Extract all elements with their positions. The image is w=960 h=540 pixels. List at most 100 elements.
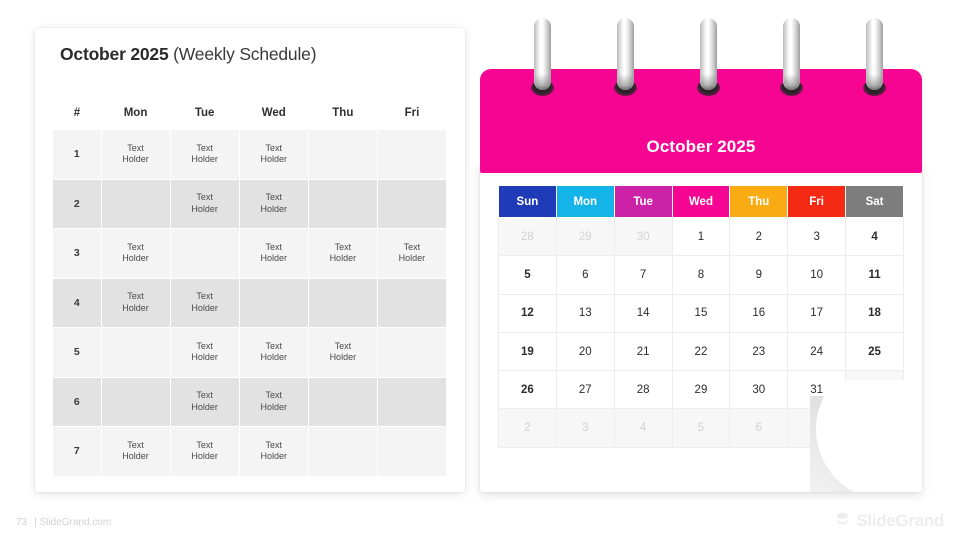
schedule-cell-filled[interactable]: Text Holder — [101, 228, 171, 279]
page-title: October 2025 (Weekly Schedule) — [60, 44, 317, 65]
column-header-tue: Tue — [170, 96, 240, 130]
calendar-day[interactable]: 19 — [498, 331, 557, 372]
schedule-cell-empty[interactable] — [377, 327, 448, 378]
calendar-day[interactable]: 31 — [787, 370, 847, 410]
schedule-cell-filled[interactable]: Text Holder — [239, 228, 309, 279]
calendar-week-row: 19 20 21 22 23 24 25 — [498, 331, 904, 372]
text-holder: Text Holder — [191, 291, 218, 313]
schedule-cell-filled[interactable]: Text Holder — [101, 426, 171, 477]
calendar-day-outside[interactable]: 1 — [845, 370, 904, 410]
schedule-cell-empty[interactable] — [308, 130, 378, 180]
calendar-day[interactable]: 30 — [729, 370, 789, 410]
brand-logo: SlideGrand — [834, 510, 944, 532]
day-header-wed: Wed — [671, 185, 731, 218]
calendar-day-outside[interactable]: 5 — [671, 408, 731, 448]
calendar-day[interactable]: 9 — [729, 255, 789, 295]
calendar-day[interactable]: 23 — [729, 331, 789, 372]
day-header-sun: Sun — [498, 185, 557, 218]
calendar-week-row: 28 29 30 1 2 3 4 — [498, 216, 904, 257]
schedule-cell-filled[interactable]: Text Holder — [239, 130, 309, 180]
calendar-day[interactable]: 11 — [845, 255, 904, 295]
row-number: 2 — [53, 179, 102, 229]
schedule-cell-filled[interactable]: Text Holder — [170, 130, 240, 180]
schedule-cell-empty[interactable] — [101, 327, 171, 378]
calendar-day-outside[interactable]: 28 — [498, 216, 557, 257]
schedule-cell-empty[interactable] — [239, 278, 309, 328]
schedule-cell-empty[interactable] — [308, 426, 378, 477]
calendar-day[interactable]: 3 — [787, 216, 847, 257]
schedule-cell-filled[interactable]: Text Holder — [170, 377, 240, 427]
column-header-num: # — [53, 96, 101, 130]
text-holder: Text Holder — [191, 340, 218, 363]
calendar-day[interactable]: 27 — [555, 370, 615, 410]
calendar-day[interactable]: 20 — [555, 331, 615, 372]
calendar-day[interactable]: 4 — [845, 216, 904, 257]
schedule-cell-empty[interactable] — [377, 426, 448, 477]
calendar-day[interactable]: 26 — [498, 370, 557, 410]
calendar-day[interactable]: 10 — [787, 255, 847, 295]
calendar-day[interactable]: 2 — [729, 216, 789, 257]
calendar-paper: Sun Mon Tue Wed Thu Fri Sat 28 29 30 1 2 3 4 5 6 7 8 9 10 1… — [480, 164, 922, 492]
schedule-cell-filled[interactable]: Text Holder — [101, 278, 171, 328]
calendar-month-label: October 2025 — [646, 137, 756, 156]
schedule-cell-filled[interactable]: Text Holder — [239, 377, 309, 427]
schedule-cell-empty[interactable] — [101, 179, 171, 229]
schedule-cell-filled[interactable]: Text Holder — [170, 426, 240, 477]
calendar-day[interactable]: 6 — [555, 255, 615, 295]
column-header-thu: Thu — [308, 96, 378, 130]
weekly-schedule-card: October 2025 (Weekly Schedule) # Mon Tue… — [35, 28, 465, 492]
calendar-day[interactable]: 14 — [613, 293, 673, 333]
schedule-cell-filled[interactable]: Text Holder — [308, 327, 378, 378]
brand-name: SlideGrand — [856, 511, 944, 530]
calendar-day[interactable]: 17 — [787, 293, 847, 333]
row-number: 6 — [53, 377, 102, 427]
calendar-day[interactable]: 8 — [671, 255, 731, 295]
calendar-day[interactable]: 24 — [787, 331, 847, 372]
calendar-day[interactable]: 21 — [613, 331, 673, 372]
schedule-cell-empty[interactable] — [308, 377, 378, 427]
schedule-cell-filled[interactable]: Text Holder — [239, 426, 309, 477]
calendar-day[interactable]: 22 — [671, 331, 731, 372]
calendar-day[interactable]: 1 — [671, 216, 731, 257]
schedule-cell-filled[interactable]: Text Holder — [239, 179, 309, 229]
schedule-cell-empty[interactable] — [377, 179, 448, 229]
table-row: 4 Text Holder Text Holder — [53, 278, 448, 328]
schedule-cell-filled[interactable]: Text Holder — [377, 228, 448, 279]
schedule-cell-empty[interactable] — [101, 377, 171, 427]
calendar-day-outside[interactable]: 6 — [729, 408, 789, 448]
schedule-cell-empty[interactable] — [308, 179, 378, 229]
schedule-cell-filled[interactable]: Text Holder — [239, 327, 309, 378]
calendar-day[interactable]: 18 — [845, 293, 904, 333]
schedule-cell-filled[interactable]: Text Holder — [170, 327, 240, 378]
day-header-fri: Fri — [787, 185, 847, 218]
calendar-day-outside[interactable]: 7 — [787, 408, 847, 448]
schedule-cell-empty[interactable] — [377, 130, 448, 180]
calendar-day-outside[interactable]: 29 — [555, 216, 615, 257]
schedule-cell-filled[interactable]: Text Holder — [170, 278, 240, 328]
calendar-day-outside[interactable]: 3 — [555, 408, 615, 448]
schedule-cell-empty[interactable] — [170, 228, 240, 279]
calendar-day[interactable]: 29 — [671, 370, 731, 410]
calendar-day[interactable]: 16 — [729, 293, 789, 333]
calendar-day[interactable]: 7 — [613, 255, 673, 295]
spiral-ring — [617, 18, 634, 90]
schedule-cell-empty[interactable] — [377, 377, 448, 427]
calendar-day[interactable]: 15 — [671, 293, 731, 333]
calendar-day[interactable]: 13 — [555, 293, 615, 333]
schedule-cell-filled[interactable]: Text Holder — [170, 179, 240, 229]
calendar-day[interactable]: 28 — [613, 370, 673, 410]
calendar-day[interactable]: 12 — [498, 293, 557, 333]
row-number: 4 — [53, 278, 102, 328]
calendar-day[interactable]: 5 — [498, 255, 557, 295]
spiral-ring — [700, 18, 717, 90]
calendar-day[interactable]: 25 — [845, 331, 904, 372]
calendar-day-outside[interactable]: 30 — [613, 216, 673, 257]
calendar-day-outside[interactable]: 2 — [498, 408, 557, 448]
schedule-cell-filled[interactable]: Text Holder — [101, 130, 171, 180]
text-holder: Text Holder — [191, 439, 218, 462]
schedule-cell-empty[interactable] — [308, 278, 378, 328]
calendar-day-outside[interactable]: 8 — [845, 408, 904, 448]
schedule-cell-filled[interactable]: Text Holder — [308, 228, 378, 279]
schedule-cell-empty[interactable] — [377, 278, 448, 328]
calendar-day-outside[interactable]: 4 — [613, 408, 673, 448]
